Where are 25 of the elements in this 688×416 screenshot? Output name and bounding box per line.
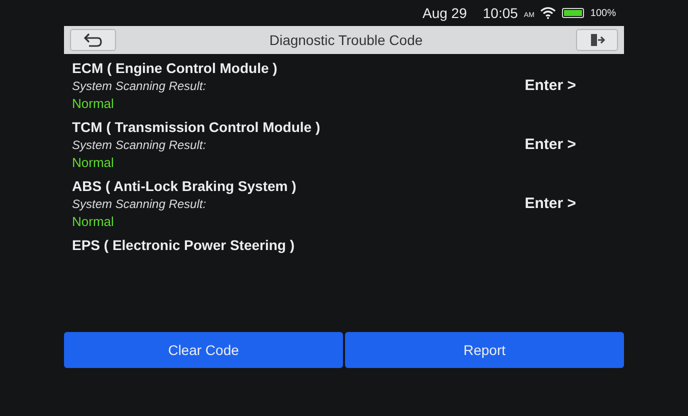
enter-button[interactable]: Enter > — [524, 136, 576, 153]
page-title: Diagnostic Trouble Code — [269, 32, 423, 48]
status-date: Aug 29 — [422, 5, 467, 21]
back-button[interactable] — [70, 29, 116, 51]
status-time: 10:05 — [482, 5, 518, 21]
scan-result: Normal — [72, 155, 115, 170]
system-name: EPS ( Electronic Power Steering ) — [72, 237, 295, 253]
action-button[interactable]: Report — [345, 332, 624, 368]
back-arrow-icon — [83, 33, 103, 47]
scan-result-label: System Scanning Result: — [72, 79, 208, 93]
system-name: ECM ( Engine Control Module ) — [72, 60, 278, 76]
enter-button[interactable]: Enter > — [524, 195, 576, 212]
battery-icon — [562, 8, 584, 18]
action-button[interactable]: Clear Code — [64, 332, 343, 368]
scan-result: Normal — [72, 214, 115, 229]
battery-percent: 100% — [590, 8, 616, 18]
wifi-icon — [540, 7, 556, 19]
system-name: ABS ( Anti-Lock Braking System ) — [72, 178, 296, 194]
scan-result-label: System Scanning Result: — [72, 197, 208, 211]
system-name: TCM ( Transmission Control Module ) — [72, 119, 320, 135]
exit-door-icon — [589, 32, 605, 48]
enter-button[interactable]: Enter > — [524, 77, 576, 94]
scan-result-label: System Scanning Result: — [72, 138, 208, 152]
scan-result: Normal — [72, 96, 115, 111]
exit-button[interactable] — [576, 29, 618, 51]
